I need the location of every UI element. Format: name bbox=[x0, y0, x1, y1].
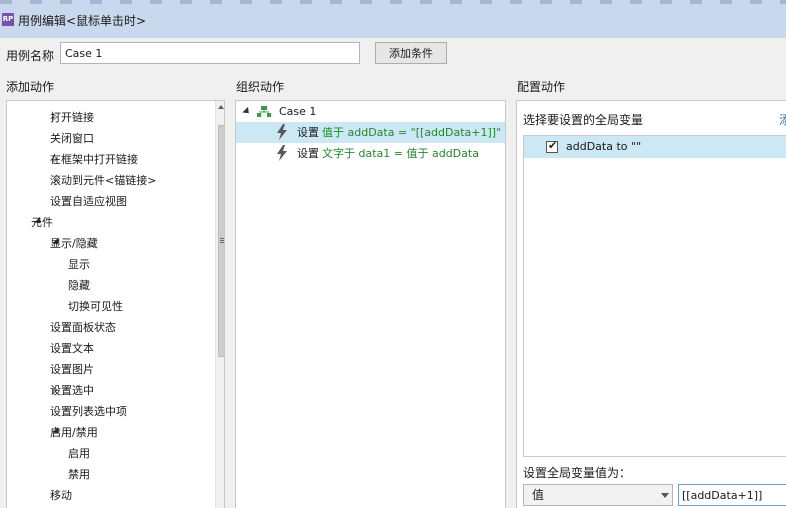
checkmark-icon: ✔ bbox=[548, 139, 558, 152]
tree-item-label: 在框架中打开链接 bbox=[50, 153, 138, 166]
tree-item[interactable]: 滚动到元件<锚链接> bbox=[7, 170, 214, 191]
tree-item[interactable]: 启用/禁用 bbox=[7, 422, 214, 443]
tree-item[interactable]: 启用 bbox=[7, 443, 214, 464]
tree-item-label: 隐藏 bbox=[68, 279, 90, 292]
add-actions-panel: 打开链接关闭窗口在框架中打开链接滚动到元件<锚链接> 设置自适应视图元件显示/隐藏… bbox=[6, 100, 225, 508]
tree-item-label: 启用 bbox=[68, 447, 90, 460]
variable-label: addData to "" bbox=[566, 140, 642, 153]
organize-actions-panel: Case 1 设置 值于 addData = "[[addData+1]]" 设置文… bbox=[235, 100, 506, 508]
tree-item-label: 启用/禁用 bbox=[50, 426, 98, 439]
configure-actions-title: 配置动作 bbox=[517, 80, 566, 94]
lightning-icon bbox=[277, 145, 287, 161]
action-row[interactable]: 设置 值于 addData = "[[addData+1]]" bbox=[236, 122, 505, 143]
value-input[interactable] bbox=[678, 484, 786, 506]
tree-item[interactable]: 在框架中打开链接 bbox=[7, 149, 214, 170]
tree-item-label: 设置自适应视图 bbox=[50, 195, 127, 208]
tree-item[interactable]: 设置选中 bbox=[7, 380, 214, 401]
tree-item[interactable]: 设置图片 bbox=[7, 359, 214, 380]
tree-item-label: 设置列表选中项 bbox=[50, 405, 127, 418]
case-row[interactable]: Case 1 bbox=[236, 101, 505, 122]
tree-item[interactable]: 设置自适应视图 bbox=[7, 191, 214, 212]
tree-item-label: 滚动到元件<锚链接> bbox=[50, 174, 157, 187]
scroll-up-arrow-icon[interactable] bbox=[218, 105, 224, 109]
set-value-label: 设置全局变量值为： bbox=[523, 466, 632, 480]
tree-item[interactable]: 设置列表选中项 bbox=[7, 401, 214, 422]
scroll-grip-icon bbox=[220, 238, 224, 239]
tree-item-label: 设置面板状态 bbox=[50, 321, 116, 334]
tree-item[interactable]: 移动 bbox=[7, 485, 214, 506]
tree-item-label: 打开链接 bbox=[50, 111, 94, 124]
action-verb: 设置 bbox=[297, 126, 319, 139]
value-type-text: 值 bbox=[532, 488, 545, 502]
tree-item[interactable]: 关闭窗口 bbox=[7, 128, 214, 149]
add-actions-title: 添加动作 bbox=[6, 80, 55, 94]
tree-item[interactable]: 打开链接 bbox=[7, 107, 214, 128]
variable-row[interactable]: ✔ addData to "" bbox=[524, 136, 786, 158]
tree-item[interactable]: 切换可见性 bbox=[7, 296, 214, 317]
action-verb: 设置 bbox=[297, 147, 319, 160]
tree-item[interactable]: 元件 bbox=[7, 212, 214, 233]
app-icon: RP bbox=[2, 13, 14, 26]
scroll-thumb[interactable] bbox=[218, 125, 224, 357]
case-tree-icon bbox=[257, 106, 271, 117]
tree-item-label: 关闭窗口 bbox=[50, 132, 94, 145]
variable-checkbox[interactable]: ✔ bbox=[546, 139, 558, 153]
lightning-icon bbox=[277, 124, 287, 140]
action-row[interactable]: 设置 文字于 data1 = 值于 addData bbox=[236, 143, 505, 164]
add-condition-button[interactable]: 添加条件 bbox=[375, 42, 447, 64]
tree-item-label: 设置文本 bbox=[50, 342, 94, 355]
tree-item-label: 移动 bbox=[50, 489, 72, 502]
chevron-down-icon bbox=[661, 493, 669, 498]
tree-scrollbar[interactable] bbox=[215, 101, 224, 508]
tree-item[interactable]: 设置文本 bbox=[7, 338, 214, 359]
tree-item[interactable]: 隐藏 bbox=[7, 275, 214, 296]
action-detail: 值于 addData = "[[addData+1]]" bbox=[322, 126, 502, 139]
tree-item[interactable]: 显示 bbox=[7, 254, 214, 275]
title-bar: RP 用例编辑<鼠标单击时> bbox=[0, 0, 786, 38]
expand-triangle-icon[interactable] bbox=[242, 106, 252, 117]
case-label: Case 1 bbox=[279, 105, 317, 118]
tree-item-label: 切换可见性 bbox=[68, 300, 123, 313]
case-name-input[interactable] bbox=[60, 42, 360, 64]
add-global-variable-link[interactable]: 添 bbox=[779, 111, 786, 128]
select-global-variable-heading: 选择要设置的全局变量 bbox=[523, 113, 644, 127]
tree-item-label: 元件 bbox=[31, 216, 53, 229]
action-detail: 文字于 data1 = 值于 addData bbox=[322, 147, 479, 160]
value-type-select[interactable]: 值 bbox=[523, 484, 673, 506]
tree-item[interactable]: 显示/隐藏 bbox=[7, 233, 214, 254]
case-name-label: 用例名称 bbox=[6, 49, 55, 63]
title-bar-stripe bbox=[0, 0, 786, 4]
organize-actions-title: 组织动作 bbox=[236, 80, 285, 94]
tree-item[interactable]: 禁用 bbox=[7, 464, 214, 485]
tree-item-label: 显示 bbox=[68, 258, 90, 271]
configure-actions-panel: 选择要设置的全局变量 添 ✔ addData to "" 设置全局变量值为： 值 bbox=[516, 100, 786, 508]
global-variable-list: ✔ addData to "" bbox=[523, 135, 786, 457]
tree-item-label: 禁用 bbox=[68, 468, 90, 481]
tree-item[interactable]: 设置面板状态 bbox=[7, 317, 214, 338]
tree-item-label: 显示/隐藏 bbox=[50, 237, 98, 250]
window-title: 用例编辑<鼠标单击时> bbox=[18, 14, 147, 28]
tree-item-label: 设置选中 bbox=[50, 384, 94, 397]
tree-item-label: 设置图片 bbox=[50, 363, 94, 376]
